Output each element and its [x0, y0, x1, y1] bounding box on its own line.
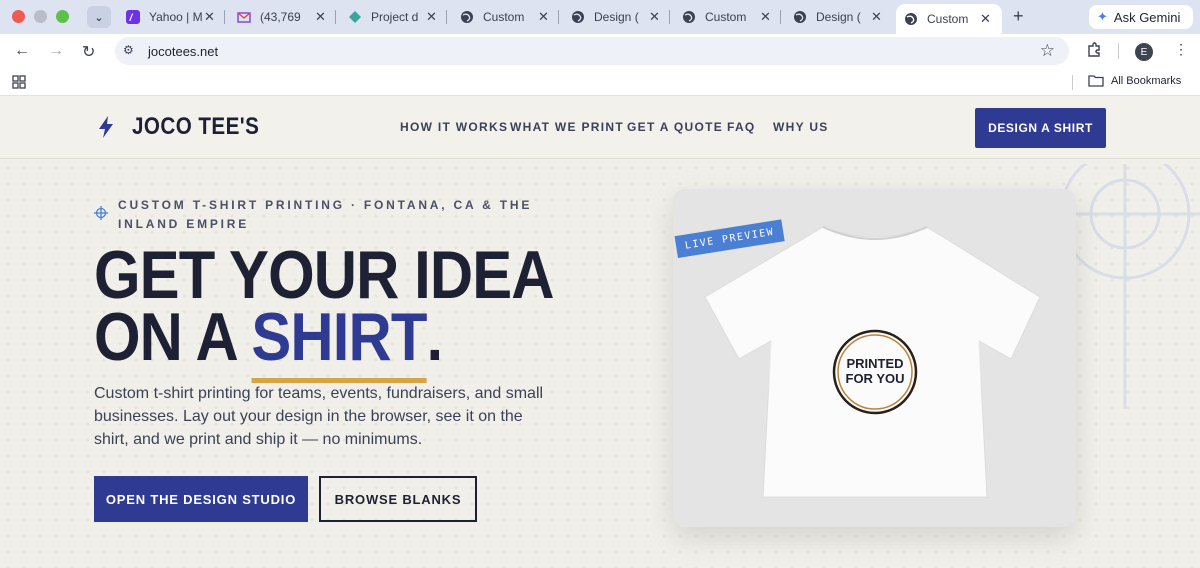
close-tab-icon[interactable]: ✕ [538, 9, 549, 25]
close-tab-icon[interactable]: ✕ [426, 9, 437, 25]
ask-gemini-button[interactable]: ✦ Ask Gemini [1089, 5, 1193, 29]
tab-mail[interactable]: (43,769 ✕ [237, 4, 326, 30]
profile-initial: E [1140, 46, 1148, 58]
yahoo-icon: / [126, 10, 140, 24]
site-logo[interactable]: JOCO TEE'S [132, 113, 259, 141]
tab-divider [780, 10, 781, 24]
reload-icon[interactable]: ↻ [82, 42, 95, 62]
tab-custom-2[interactable]: Custom ✕ [682, 4, 771, 30]
diamond-icon [348, 10, 362, 24]
apps-grid-icon[interactable] [12, 75, 26, 92]
profile-avatar[interactable]: E [1135, 43, 1153, 61]
web-page: JOCO TEE'S HOW IT WORKS WHAT WE PRINT GE… [0, 96, 1200, 568]
toolbar-divider [1118, 43, 1119, 59]
tab-label: Design ( [594, 10, 639, 24]
tab-divider [558, 10, 559, 24]
maximize-window-button[interactable] [56, 10, 69, 23]
forward-arrow-icon[interactable]: → [48, 42, 64, 60]
tab-yahoo[interactable]: / Yahoo | M ✕ [126, 4, 215, 30]
hero-headline: GET YOUR IDEA ON A SHIRT. [94, 237, 554, 371]
open-design-studio-button[interactable]: OPEN THE DESIGN STUDIO [94, 476, 308, 522]
plus-icon: + [1013, 6, 1024, 26]
headline-suffix: . [426, 299, 444, 375]
tab-label: Custom [927, 12, 969, 26]
minimize-window-button[interactable] [34, 10, 47, 23]
gemini-sparkle-icon: ✦ [1097, 9, 1108, 24]
tab-label: Design ( [816, 10, 861, 24]
close-tab-icon[interactable]: ✕ [204, 9, 215, 25]
globe-icon [460, 10, 474, 24]
headline-line-1: GET YOUR IDEA [94, 237, 554, 313]
browse-blanks-button[interactable]: BROWSE BLANKS [319, 476, 477, 522]
close-tab-icon[interactable]: ✕ [980, 11, 991, 27]
gemini-label: Ask Gemini [1113, 9, 1181, 25]
site-settings-icon[interactable]: ⚙ [123, 43, 134, 57]
tab-divider [335, 10, 336, 24]
close-window-button[interactable] [12, 10, 25, 23]
headline-accent: SHIRT [251, 299, 427, 375]
tab-custom-1[interactable]: Custom ✕ [460, 4, 549, 30]
browser-tab-strip: ⌄ / Yahoo | M ✕ (43,769 ✕ Project d ✕ Cu… [0, 0, 1200, 34]
close-tab-icon[interactable]: ✕ [315, 9, 326, 25]
browser-menu-icon[interactable]: ⋮ [1174, 41, 1188, 58]
bookmarks-divider [1072, 75, 1073, 90]
tab-design-2[interactable]: Design ( ✕ [793, 4, 882, 30]
nav-get-a-quote[interactable]: GET A QUOTE [627, 120, 723, 134]
mail-icon [237, 10, 251, 24]
globe-icon [904, 12, 918, 26]
folder-icon[interactable] [1088, 74, 1104, 90]
nav-how-it-works[interactable]: HOW IT WORKS [400, 120, 508, 134]
shirt-print-line-1: PRINTED [846, 356, 903, 371]
design-a-shirt-button[interactable]: DESIGN A SHIRT [975, 108, 1106, 148]
url-text[interactable]: jocotees.net [148, 44, 218, 59]
nav-faq[interactable]: FAQ [727, 120, 756, 134]
nav-what-we-print[interactable]: WHAT WE PRINT [510, 120, 624, 134]
back-arrow-icon[interactable]: ← [14, 42, 30, 60]
headline-line-2: ON A SHIRT. [94, 303, 554, 371]
lightning-bolt-icon [99, 116, 113, 138]
tab-divider [669, 10, 670, 24]
tab-divider [224, 10, 225, 24]
tab-custom-active[interactable]: Custom ✕ [896, 4, 1002, 34]
new-tab-button[interactable]: + [1013, 6, 1024, 27]
crosshair-icon [94, 206, 108, 220]
headline-line-2-prefix: ON A [94, 299, 252, 375]
all-bookmarks-link[interactable]: All Bookmarks [1111, 75, 1181, 87]
close-tab-icon[interactable]: ✕ [760, 9, 771, 25]
nav-why-us[interactable]: WHY US [773, 120, 829, 134]
chevron-down-icon: ⌄ [94, 11, 104, 24]
address-toolbar: ← → ↻ ⚙ jocotees.net ☆ E ⋮ [0, 34, 1200, 67]
bookmarks-bar: All Bookmarks [0, 67, 1200, 96]
bookmark-star-icon[interactable]: ☆ [1040, 41, 1055, 61]
tab-search-button[interactable]: ⌄ [87, 6, 111, 28]
shirt-print-line-2: FOR YOU [846, 371, 905, 386]
globe-icon [682, 10, 696, 24]
tshirt-mockup: PRINTED FOR YOU [704, 226, 1041, 498]
tab-divider [446, 10, 447, 24]
globe-icon [571, 10, 585, 24]
site-header: JOCO TEE'S HOW IT WORKS WHAT WE PRINT GE… [0, 96, 1200, 159]
crosshair-decoration [1060, 164, 1200, 409]
hero-description: Custom t-shirt printing for teams, event… [94, 385, 544, 448]
extensions-puzzle-icon[interactable] [1086, 42, 1102, 61]
close-tab-icon[interactable]: ✕ [649, 9, 660, 25]
hero-eyebrow: CUSTOM T-SHIRT PRINTING · FONTANA, CA & … [118, 198, 533, 231]
tab-design-1[interactable]: Design ( ✕ [571, 4, 660, 30]
tab-project[interactable]: Project d ✕ [348, 4, 437, 30]
globe-icon [793, 10, 807, 24]
close-tab-icon[interactable]: ✕ [871, 9, 882, 25]
omnibox[interactable]: ⚙ jocotees.net ☆ [115, 37, 1069, 65]
